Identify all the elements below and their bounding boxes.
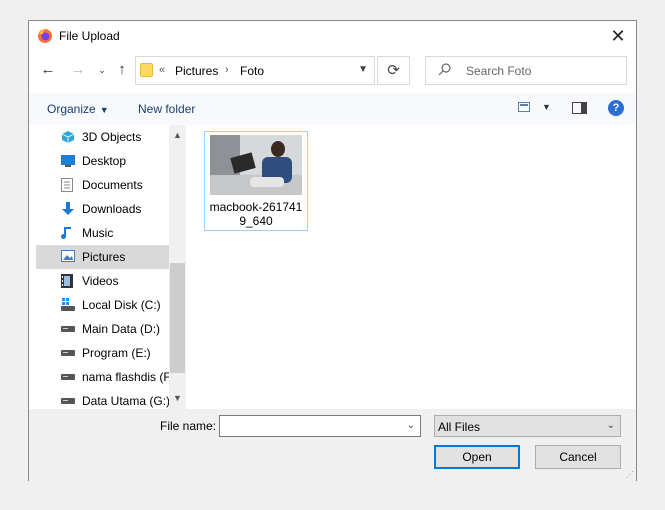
sidebar-item-3d-objects[interactable]: 3D Objects	[36, 125, 169, 149]
scroll-down-icon[interactable]: ▼	[169, 390, 186, 407]
sidebar-item-label: nama flashdis (F	[82, 370, 171, 384]
resize-grip-icon[interactable]: ⋰	[626, 470, 634, 479]
downloads-icon	[61, 202, 75, 215]
view-options-dropdown-icon[interactable]: ▼	[542, 102, 551, 112]
window-title: File Upload	[59, 29, 120, 43]
documents-icon	[61, 178, 75, 192]
sidebar-item-label: Videos	[82, 274, 119, 288]
title-bar: File Upload ✕	[29, 21, 636, 51]
close-icon: ✕	[610, 26, 626, 46]
navigation-pane: 3D Objects Desktop Documents Downloads Music…	[29, 125, 186, 409]
search-placeholder: Search Foto	[466, 64, 532, 78]
sidebar-item-label: Music	[82, 226, 114, 240]
overflow-chevron[interactable]: «	[159, 64, 165, 76]
search-icon	[438, 63, 451, 76]
sidebar-item-label: Pictures	[82, 250, 126, 264]
sidebar-item-label: Local Disk (C:)	[82, 298, 161, 312]
cancel-button[interactable]: Cancel	[535, 445, 621, 469]
sidebar-item-program-e[interactable]: Program (E:)	[36, 341, 169, 365]
sidebar-item-data-utama-g[interactable]: Data Utama (G:)	[36, 389, 171, 409]
sidebar-item-local-disk-c[interactable]: Local Disk (C:)	[36, 293, 169, 317]
pictures-icon	[61, 250, 75, 263]
videos-icon	[61, 274, 75, 288]
command-bar: Organize ▼ New folder ▼ ?	[29, 93, 636, 125]
sidebar-item-desktop[interactable]: Desktop	[36, 149, 169, 173]
file-list: macbook-2617419_640	[186, 125, 636, 409]
sidebar-item-documents[interactable]: Documents	[36, 173, 169, 197]
file-name-input[interactable]: ⌄	[219, 415, 421, 437]
file-type-value: All Files	[438, 420, 481, 434]
nav-scrollbar[interactable]: ▲ ▼	[169, 125, 186, 409]
arrow-left-icon: ←	[40, 61, 56, 78]
image-thumbnail	[210, 135, 302, 195]
address-dropdown-icon[interactable]: ▼	[358, 64, 368, 75]
sidebar-item-label: Data Utama (G:)	[82, 394, 171, 408]
chevron-down-icon: ⌄	[606, 420, 615, 431]
organize-label: Organize	[47, 102, 96, 116]
sidebar-item-label: 3D Objects	[82, 130, 142, 144]
close-button[interactable]: ✕	[606, 24, 630, 48]
arrow-up-icon: ↑	[118, 61, 126, 78]
file-name-label: File name:	[160, 419, 217, 433]
file-upload-dialog: File Upload ✕ ← → ⌄ ↑ « Pictures › Foto …	[28, 20, 637, 481]
new-folder-button[interactable]: New folder	[138, 102, 195, 116]
recent-locations-button[interactable]: ⌄	[93, 61, 111, 79]
preview-pane-icon[interactable]	[572, 102, 587, 114]
organize-button[interactable]: Organize ▼	[47, 102, 109, 116]
breadcrumb-foto[interactable]: Foto	[240, 64, 264, 78]
chevron-down-icon: ▼	[99, 105, 109, 115]
sidebar-item-main-data-d[interactable]: Main Data (D:)	[36, 317, 169, 341]
drive-icon	[61, 394, 75, 407]
sidebar-item-label: Main Data (D:)	[82, 322, 161, 336]
breadcrumb-separator: ›	[225, 64, 229, 76]
folder-icon	[140, 63, 153, 77]
sidebar-item-nama-flashdis-f[interactable]: nama flashdis (F	[36, 365, 171, 389]
help-icon[interactable]: ?	[608, 100, 624, 116]
file-item[interactable]: macbook-2617419_640	[204, 131, 308, 231]
system-drive-icon	[61, 298, 75, 311]
sidebar-item-downloads[interactable]: Downloads	[36, 197, 169, 221]
drive-icon	[61, 322, 75, 335]
refresh-icon: ⟳	[387, 62, 400, 79]
scroll-up-icon[interactable]: ▲	[169, 127, 186, 144]
breadcrumb-pictures[interactable]: Pictures	[175, 64, 218, 78]
music-icon	[61, 226, 75, 239]
drive-icon	[61, 370, 75, 383]
sidebar-item-videos[interactable]: Videos	[36, 269, 169, 293]
firefox-icon	[38, 29, 52, 43]
sidebar-item-label: Desktop	[82, 154, 127, 168]
drive-icon	[61, 346, 75, 359]
navigation-bar: ← → ⌄ ↑ « Pictures › Foto ▼ ⟳ Search Fot	[29, 51, 636, 91]
3d-objects-icon	[61, 130, 75, 143]
file-name: macbook-2617419_640	[209, 200, 303, 228]
open-button[interactable]: Open	[434, 445, 520, 469]
arrow-right-icon: →	[70, 61, 86, 78]
sidebar-item-music[interactable]: Music	[36, 221, 169, 245]
search-box[interactable]: Search Foto	[425, 56, 627, 85]
file-name-panel: File name: ⌄ All Files ⌄ Open Cancel ⋰	[29, 409, 636, 481]
sidebar-item-label: Downloads	[82, 202, 142, 216]
forward-button[interactable]: →	[69, 61, 87, 79]
file-type-filter[interactable]: All Files ⌄	[434, 415, 621, 437]
scroll-thumb[interactable]	[170, 263, 185, 373]
sidebar-item-label: Program (E:)	[82, 346, 151, 360]
sidebar-item-label: Documents	[82, 178, 143, 192]
change-view-icon[interactable]	[518, 102, 530, 112]
address-bar[interactable]: « Pictures › Foto ▼	[135, 56, 375, 85]
refresh-button[interactable]: ⟳	[377, 56, 410, 85]
chevron-down-icon: ⌄	[98, 65, 106, 75]
sidebar-item-pictures[interactable]: Pictures	[36, 245, 169, 269]
chevron-down-icon[interactable]: ⌄	[407, 420, 415, 431]
desktop-icon	[61, 154, 75, 167]
up-button[interactable]: ↑	[113, 61, 131, 79]
back-button[interactable]: ←	[39, 61, 57, 79]
